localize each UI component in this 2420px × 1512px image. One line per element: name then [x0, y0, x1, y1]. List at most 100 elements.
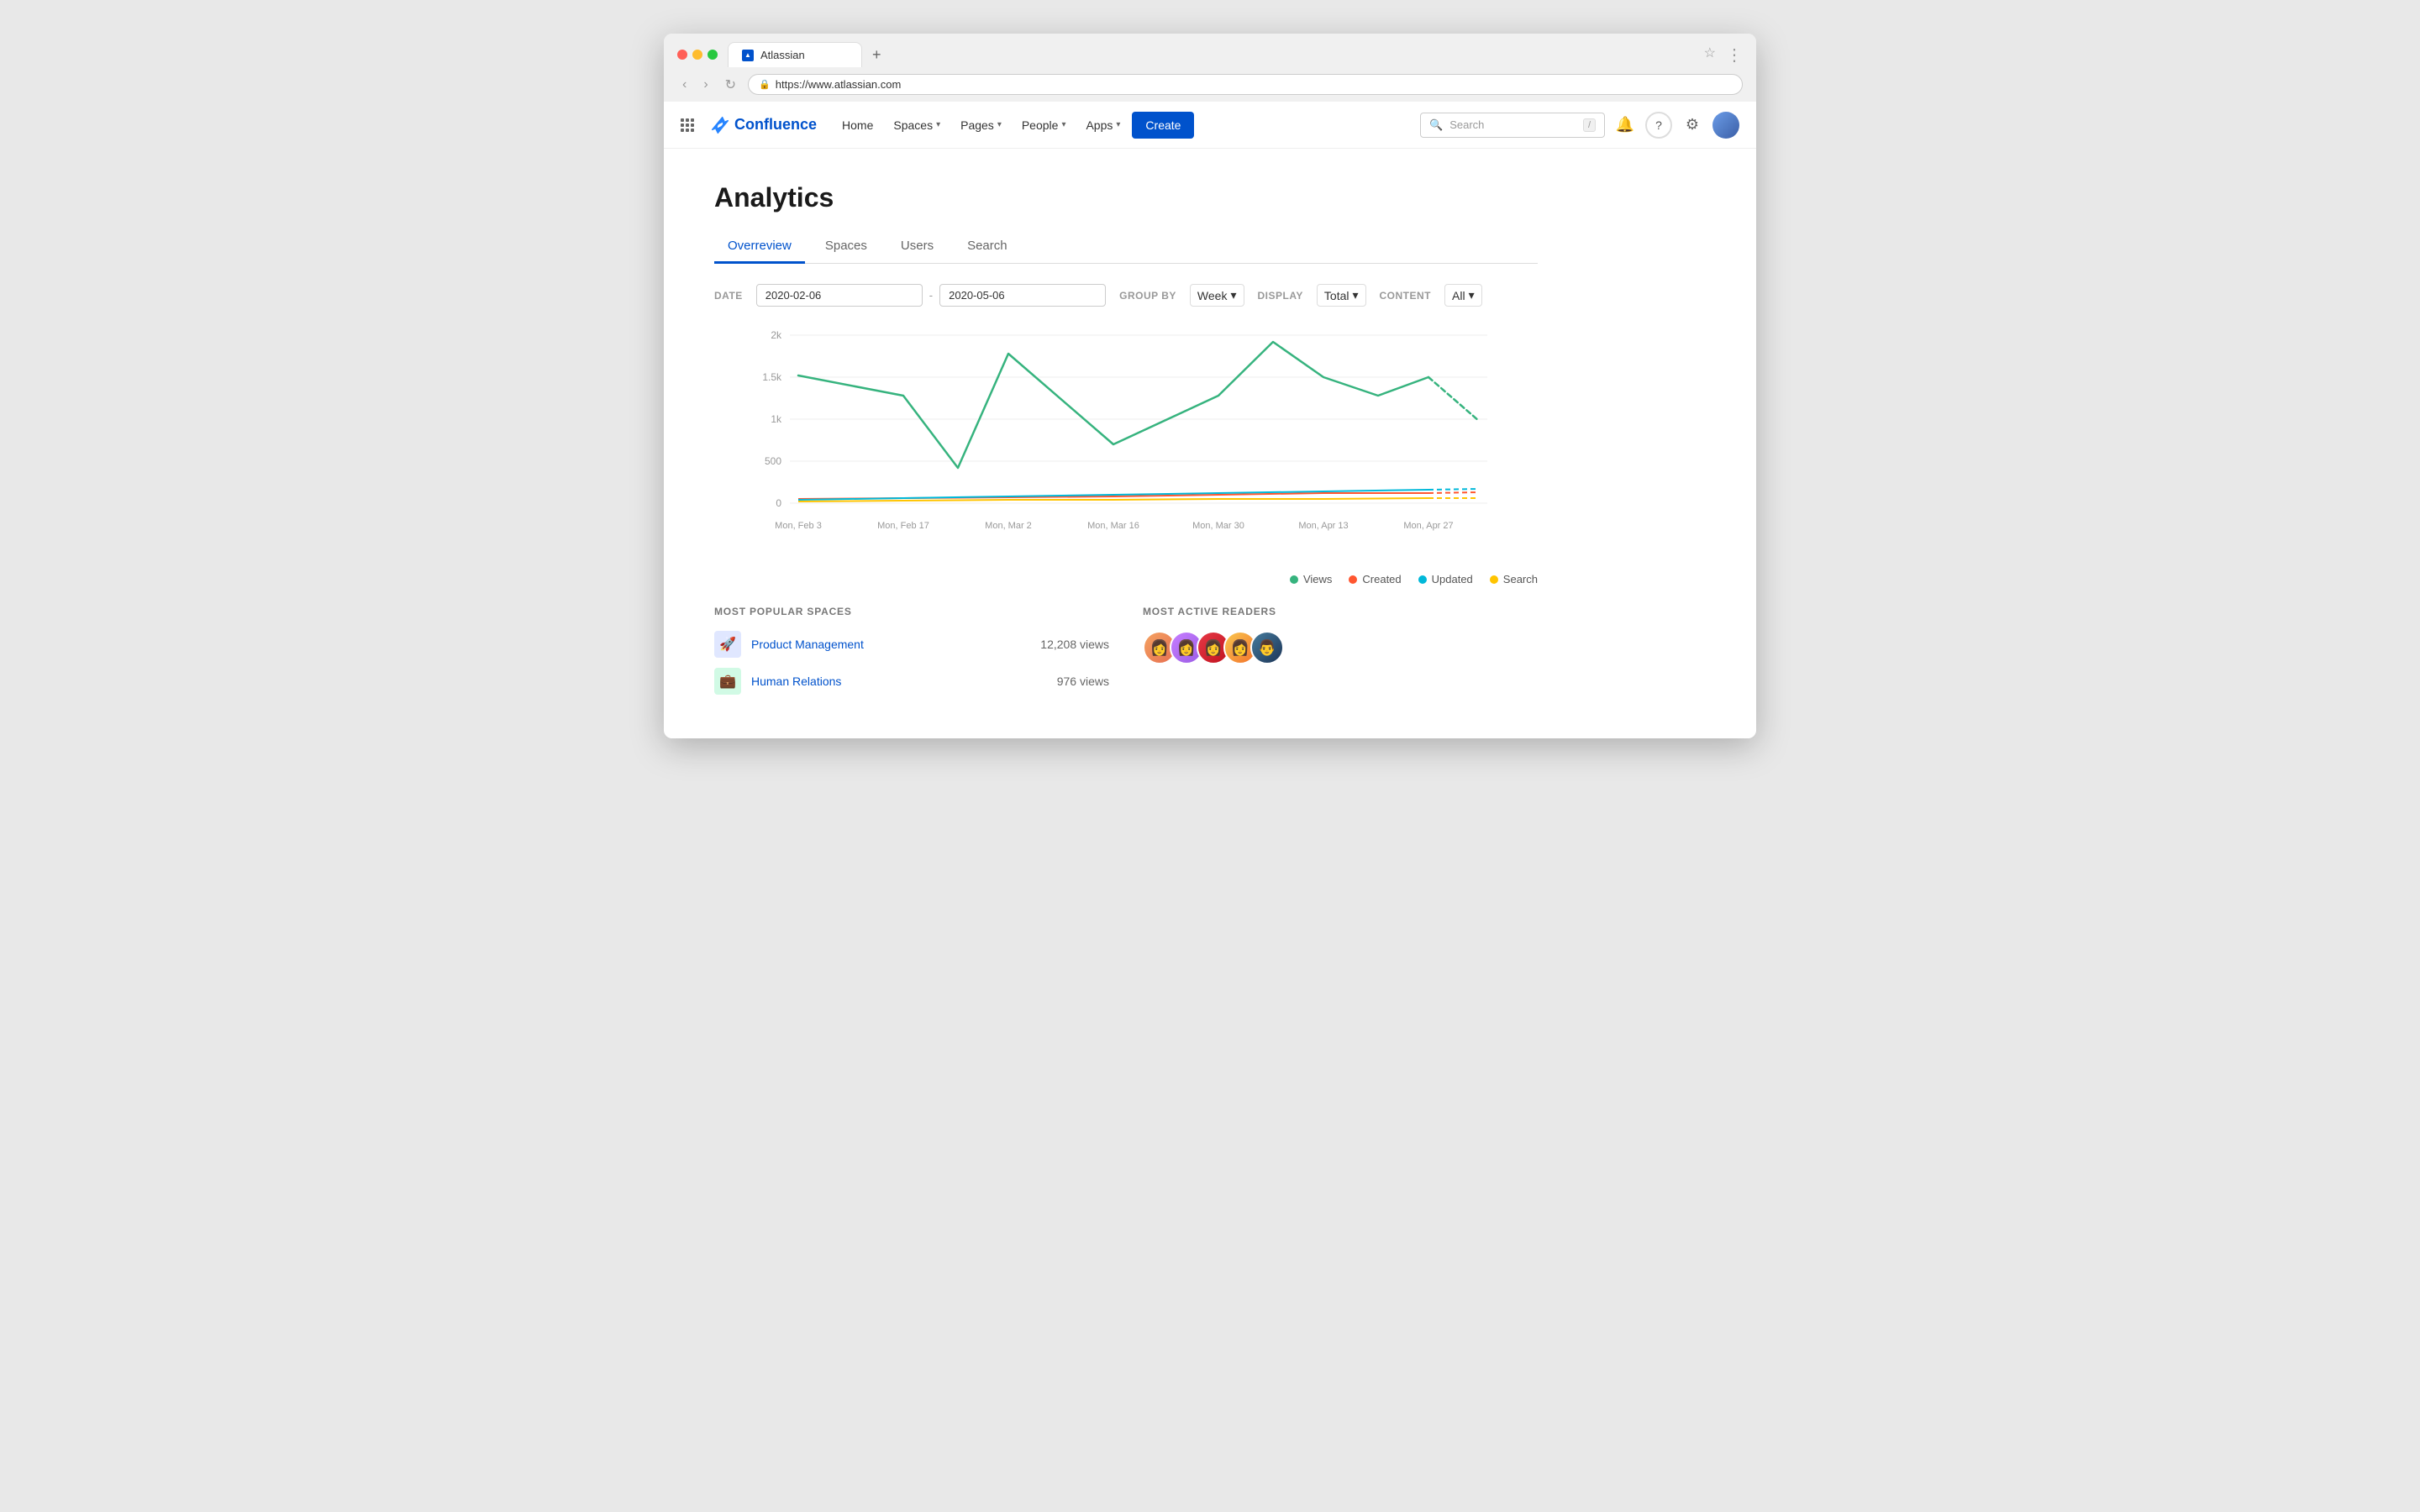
back-button[interactable]: ‹ — [677, 76, 692, 94]
notifications-button[interactable]: 🔔 — [1612, 112, 1639, 139]
date-filter-label: DATE — [714, 290, 743, 302]
address-bar[interactable]: 🔒 https://www.atlassian.com — [748, 74, 1743, 95]
settings-button[interactable]: ⚙ — [1679, 112, 1706, 139]
space-name-product[interactable]: Product Management — [751, 638, 1030, 651]
nav-apps[interactable]: Apps ▾ — [1077, 112, 1128, 139]
spaces-dropdown-arrow: ▾ — [936, 120, 940, 129]
apps-grid-icon[interactable] — [681, 118, 694, 132]
forward-button[interactable]: › — [698, 76, 713, 94]
most-popular-spaces: MOST POPULAR SPACES 🚀 Product Management… — [714, 606, 1109, 705]
filters-row: DATE - GROUP BY Week ▾ DISPLAY Total ▾ C… — [714, 284, 1538, 307]
views-dot — [1290, 575, 1298, 584]
analytics-chart: 2k 1.5k 1k 500 0 Mon, Feb 3 Mon, Feb 17 … — [714, 327, 1538, 562]
updated-dot — [1418, 575, 1427, 584]
user-avatar[interactable] — [1712, 112, 1739, 139]
legend-views: Views — [1290, 573, 1332, 585]
updated-label: Updated — [1432, 573, 1473, 585]
url-text: https://www.atlassian.com — [776, 78, 902, 91]
svg-text:Mon, Apr 27: Mon, Apr 27 — [1403, 521, 1453, 531]
top-nav: Confluence Home Spaces ▾ Pages ▾ People … — [664, 102, 1756, 149]
browser-window: ▲ Atlassian + ☆ ⋮ ‹ › ↻ 🔒 https://www.at… — [664, 34, 1756, 738]
global-search-bar[interactable]: 🔍 Search / — [1420, 113, 1605, 138]
nav-spaces[interactable]: Spaces ▾ — [885, 112, 949, 139]
space-name-hr[interactable]: Human Relations — [751, 675, 1047, 688]
date-range: - — [756, 284, 1106, 307]
legend-updated: Updated — [1418, 573, 1473, 585]
pages-dropdown-arrow: ▾ — [997, 120, 1002, 129]
tab-favicon: ▲ — [742, 50, 754, 61]
nav-home[interactable]: Home — [834, 112, 881, 139]
close-button[interactable] — [677, 50, 687, 60]
minimize-button[interactable] — [692, 50, 702, 60]
content-label: CONTENT — [1380, 290, 1432, 302]
created-dot — [1349, 575, 1357, 584]
nav-right: 🔍 Search / 🔔 ? ⚙ — [1420, 112, 1739, 139]
search-icon: 🔍 — [1429, 118, 1443, 132]
svg-text:1.5k: 1.5k — [762, 371, 782, 383]
tab-title: Atlassian — [760, 49, 805, 61]
main-content: Analytics Overreview Spaces Users Search… — [664, 149, 1588, 738]
space-icon-hr: 💼 — [714, 668, 741, 695]
tab-search[interactable]: Search — [954, 230, 1021, 264]
svg-text:0: 0 — [776, 497, 781, 509]
legend-search: Search — [1490, 573, 1538, 585]
lock-icon: 🔒 — [759, 79, 771, 90]
reader-avatar-5[interactable]: 👨 — [1250, 631, 1284, 664]
bottom-section: MOST POPULAR SPACES 🚀 Product Management… — [714, 606, 1538, 705]
group-by-arrow: ▾ — [1230, 288, 1236, 302]
space-views-product: 12,208 views — [1040, 638, 1109, 651]
svg-text:Mon, Apr 13: Mon, Apr 13 — [1298, 521, 1348, 531]
chart-container: 2k 1.5k 1k 500 0 Mon, Feb 3 Mon, Feb 17 … — [714, 327, 1538, 585]
address-bar-row: ‹ › ↻ 🔒 https://www.atlassian.com — [677, 74, 1743, 102]
legend-created: Created — [1349, 573, 1401, 585]
svg-text:1k: 1k — [771, 413, 782, 425]
nav-pages[interactable]: Pages ▾ — [952, 112, 1010, 139]
svg-text:500: 500 — [765, 455, 781, 467]
browser-tab[interactable]: ▲ Atlassian — [728, 42, 862, 67]
space-item-2: 💼 Human Relations 976 views — [714, 668, 1109, 695]
confluence-logo[interactable]: Confluence — [711, 116, 817, 134]
date-separator: - — [929, 289, 933, 302]
space-icon-product: 🚀 — [714, 631, 741, 658]
chart-legend: Views Created Updated Search — [714, 573, 1538, 585]
date-from-input[interactable] — [756, 284, 923, 307]
maximize-button[interactable] — [708, 50, 718, 60]
space-item: 🚀 Product Management 12,208 views — [714, 631, 1109, 658]
svg-text:2k: 2k — [771, 329, 782, 341]
group-by-dropdown[interactable]: Week ▾ — [1190, 284, 1244, 307]
search-dot — [1490, 575, 1498, 584]
svg-text:Mon, Mar 16: Mon, Mar 16 — [1087, 521, 1139, 531]
app-content: Confluence Home Spaces ▾ Pages ▾ People … — [664, 102, 1756, 738]
browser-toolbar: ▲ Atlassian + ☆ ⋮ ‹ › ↻ 🔒 https://www.at… — [664, 34, 1756, 102]
tab-spaces[interactable]: Spaces — [812, 230, 881, 264]
search-label: Search — [1503, 573, 1538, 585]
reload-button[interactable]: ↻ — [720, 75, 741, 95]
content-arrow: ▾ — [1469, 288, 1475, 302]
tab-users[interactable]: Users — [887, 230, 947, 264]
confluence-name: Confluence — [734, 116, 817, 134]
traffic-lights — [677, 50, 718, 60]
main-nav: Home Spaces ▾ Pages ▾ People ▾ Apps ▾ — [834, 112, 1403, 139]
svg-text:Mon, Mar 2: Mon, Mar 2 — [985, 521, 1032, 531]
search-shortcut: / — [1583, 118, 1596, 132]
display-dropdown[interactable]: Total ▾ — [1317, 284, 1366, 307]
svg-text:Mon, Feb 3: Mon, Feb 3 — [775, 521, 822, 531]
svg-text:Mon, Mar 30: Mon, Mar 30 — [1192, 521, 1244, 531]
display-label: DISPLAY — [1258, 290, 1303, 302]
readers-avatars: 👩 👩 👩 👩 👨 — [1143, 631, 1538, 664]
apps-dropdown-arrow: ▾ — [1116, 120, 1120, 129]
nav-people[interactable]: People ▾ — [1013, 112, 1075, 139]
new-tab-button[interactable]: + — [865, 43, 888, 67]
group-by-label: GROUP BY — [1119, 290, 1176, 302]
popular-spaces-title: MOST POPULAR SPACES — [714, 606, 1109, 617]
svg-text:Mon, Feb 17: Mon, Feb 17 — [877, 521, 929, 531]
browser-menu-icon[interactable]: ⋮ — [1726, 45, 1743, 66]
people-dropdown-arrow: ▾ — [1061, 120, 1065, 129]
create-button[interactable]: Create — [1132, 112, 1194, 139]
most-active-readers: MOST ACTIVE READERS 👩 👩 👩 👩 — [1143, 606, 1538, 705]
content-dropdown[interactable]: All ▾ — [1444, 284, 1482, 307]
bookmark-icon[interactable]: ☆ — [1704, 45, 1716, 66]
date-to-input[interactable] — [939, 284, 1106, 307]
tab-overview[interactable]: Overreview — [714, 230, 805, 264]
help-button[interactable]: ? — [1645, 112, 1672, 139]
